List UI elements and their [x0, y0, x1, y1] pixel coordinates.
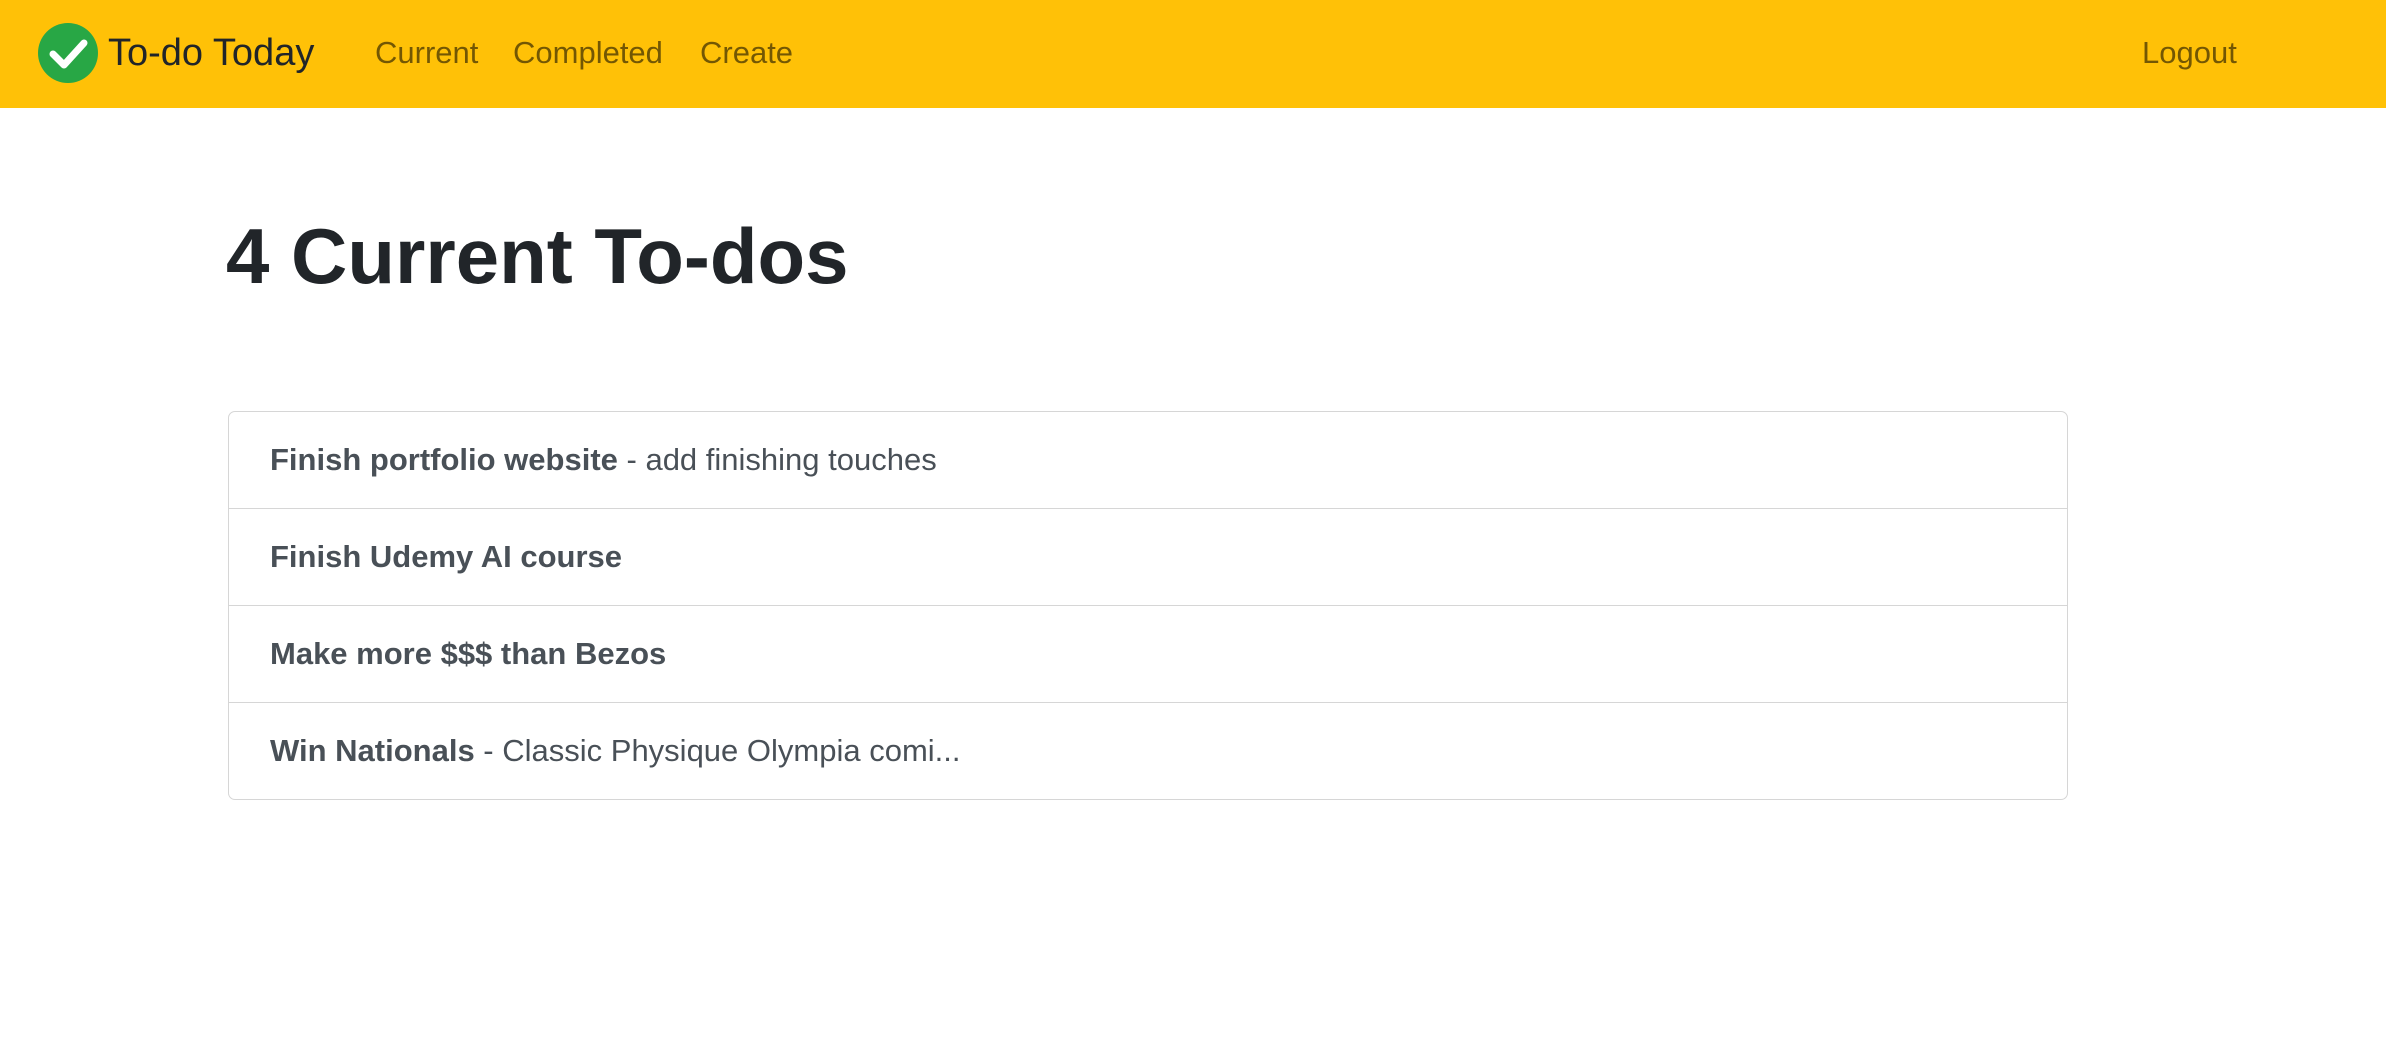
todo-memo: add finishing touches	[645, 442, 937, 477]
brand-link[interactable]: To-do Today	[38, 22, 314, 84]
todo-title: Finish portfolio website	[270, 442, 618, 477]
todo-title: Make more $$$ than Bezos	[270, 636, 667, 671]
nav-link-current[interactable]: Current	[375, 30, 478, 76]
nav-link-create[interactable]: Create	[700, 30, 793, 76]
navbar: To-do Today Current Completed Create Log…	[0, 0, 2386, 108]
todo-title: Finish Udemy AI course	[270, 539, 622, 574]
todo-item[interactable]: Finish Udemy AI course	[229, 509, 2067, 606]
todo-separator: -	[474, 733, 503, 768]
todo-title: Win Nationals	[270, 733, 475, 768]
todo-memo: Classic Physique Olympia comi...	[502, 733, 961, 768]
check-circle-icon	[38, 23, 98, 83]
nav-link-completed[interactable]: Completed	[513, 30, 663, 76]
todo-separator: -	[617, 442, 646, 477]
todo-item[interactable]: Win Nationals - Classic Physique Olympia…	[229, 703, 2067, 799]
todo-list: Finish portfolio website - add finishing…	[228, 411, 2068, 800]
logout-link[interactable]: Logout	[2142, 30, 2237, 76]
todo-item[interactable]: Make more $$$ than Bezos	[229, 606, 2067, 703]
brand-name: To-do Today	[108, 31, 315, 74]
todo-item[interactable]: Finish portfolio website - add finishing…	[229, 412, 2067, 509]
page-title: 4 Current To-dos	[226, 212, 849, 300]
